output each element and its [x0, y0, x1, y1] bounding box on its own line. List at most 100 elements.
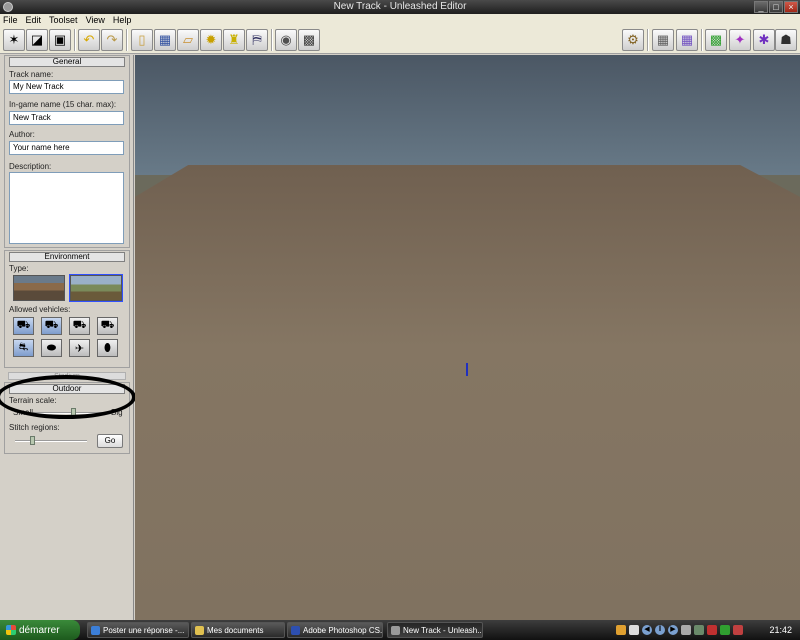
previous-icon[interactable]: ◀: [642, 625, 652, 635]
browser-icon: [91, 625, 100, 635]
menu-help[interactable]: Help: [113, 14, 132, 26]
page-icon[interactable]: ▯: [131, 29, 153, 51]
menu-view[interactable]: View: [86, 14, 105, 26]
tray-app-icon[interactable]: [616, 625, 626, 635]
object-palette-icon[interactable]: ⚙: [622, 29, 644, 51]
start-button[interactable]: démarrer: [0, 620, 80, 640]
3d-viewport[interactable]: [135, 55, 800, 620]
jet-icon[interactable]: ✈: [69, 339, 90, 357]
terrain-scale-label: Terrain scale:: [9, 396, 57, 405]
camera-path-icon[interactable]: ◉: [275, 29, 297, 51]
bug-icon[interactable]: ☗: [775, 29, 797, 51]
task-label: Mes documents: [207, 625, 264, 635]
description-textarea[interactable]: [9, 172, 124, 244]
play-pause-icon[interactable]: ‖: [655, 625, 665, 635]
messenger-icon[interactable]: [720, 625, 730, 635]
alert-icon[interactable]: [707, 625, 717, 635]
hovercraft-icon[interactable]: ⬬: [41, 339, 62, 357]
checkpoint-icon[interactable]: ♜: [223, 29, 245, 51]
minimize-button[interactable]: _: [754, 1, 768, 13]
taskbar: démarrer Poster une réponse -... Mes doc…: [0, 620, 800, 640]
new-track-icon[interactable]: ✶: [3, 29, 25, 51]
start-label: démarrer: [19, 624, 60, 636]
grid-select-icon[interactable]: ▩: [705, 29, 727, 51]
toolbar: ✶ ◪ ▣ ↶ ↷ ▯ ▦ ▱ ✹ ♜ ⛿ ◉ ▩ ⚙ ▦ ▦ ▩ ✦ ✱ ☗: [0, 26, 800, 54]
stitch-regions-slider[interactable]: [15, 440, 87, 442]
outdoor-header: Outdoor: [9, 384, 125, 394]
maximize-button[interactable]: □: [769, 1, 783, 13]
clock: 21:42: [769, 625, 792, 635]
window-controls: _ □ ×: [754, 1, 798, 13]
task-label: Adobe Photoshop CS...: [303, 625, 383, 635]
folder-icon: [195, 625, 204, 635]
helicopter-icon[interactable]: ⬮: [97, 339, 118, 357]
properties-panel: General Track name: My New Track In-game…: [0, 55, 136, 620]
type-label: Type:: [9, 264, 29, 273]
task-label: New Track - Unleash...: [403, 625, 483, 635]
open-icon[interactable]: ◪: [26, 29, 48, 51]
track-name-input[interactable]: My New Track: [9, 80, 124, 94]
menu-bar: File Edit Toolset View Help: [0, 14, 800, 26]
terrain-flat-icon[interactable]: ▱: [177, 29, 199, 51]
toolbar-separator: [701, 29, 703, 51]
truck-icon[interactable]: ⛟: [41, 317, 62, 335]
app-icon[interactable]: [3, 2, 13, 12]
menu-file[interactable]: File: [3, 14, 18, 26]
grid-view-icon[interactable]: ▦: [652, 29, 674, 51]
environment-group: Environment Type: Allowed vehicles: ⛟ ⛟ …: [4, 250, 130, 368]
menu-toolset[interactable]: Toolset: [49, 14, 78, 26]
general-group: General Track name: My New Track In-game…: [4, 55, 130, 248]
description-label: Description:: [9, 162, 52, 171]
allowed-vehicles-label: Allowed vehicles:: [9, 305, 71, 314]
general-header: General: [9, 57, 125, 67]
antivirus-icon[interactable]: [733, 625, 743, 635]
redo-icon[interactable]: ↷: [101, 29, 123, 51]
sprite-icon[interactable]: ✱: [753, 29, 775, 51]
atv-icon[interactable]: ⛐: [13, 339, 34, 357]
terrain-grid-icon[interactable]: ▦: [154, 29, 176, 51]
go-button[interactable]: Go: [97, 434, 123, 448]
menu-edit[interactable]: Edit: [26, 14, 42, 26]
author-input[interactable]: Your name here: [9, 141, 124, 155]
grid-purple-icon[interactable]: ▦: [676, 29, 698, 51]
window-title: New Track - Unleashed Editor: [333, 1, 467, 12]
save-icon[interactable]: ▣: [49, 29, 71, 51]
toolbar-separator: [74, 29, 76, 51]
window-titlebar[interactable]: New Track - Unleashed Editor _ □ ×: [0, 0, 800, 14]
next-icon[interactable]: ▶: [668, 625, 678, 635]
big-label: Big: [111, 408, 123, 417]
close-button[interactable]: ×: [784, 1, 798, 13]
ingame-name-input[interactable]: New Track: [9, 111, 124, 125]
ingame-name-label: In-game name (15 char. max):: [9, 100, 117, 109]
task-label: Poster une réponse -...: [103, 625, 185, 635]
stitch-regions-thumb[interactable]: [30, 436, 35, 445]
buggy-icon[interactable]: ⛟: [13, 317, 34, 335]
monster-truck-big-icon[interactable]: ⛟: [97, 317, 118, 335]
undo-icon[interactable]: ↶: [78, 29, 100, 51]
stitch-regions-label: Stitch regions:: [9, 423, 60, 432]
outdoor-group: Outdoor Terrain scale: Small Big Stitch …: [4, 382, 130, 454]
stadium-type-thumbnail[interactable]: [13, 275, 65, 301]
toolbar-separator: [126, 29, 128, 51]
gear-objects-icon[interactable]: ✹: [200, 29, 222, 51]
volume-icon[interactable]: [681, 625, 691, 635]
taskbar-button-documents[interactable]: Mes documents: [191, 622, 285, 638]
terrain-ground: [135, 165, 800, 620]
paint-icon[interactable]: ✦: [729, 29, 751, 51]
checkered-flag-icon[interactable]: ▩: [298, 29, 320, 51]
taskbar-button-photoshop[interactable]: Adobe Photoshop CS...: [287, 622, 383, 638]
windows-flag-icon: [6, 625, 16, 635]
sky: [135, 55, 800, 175]
environment-header: Environment: [9, 252, 125, 262]
outdoor-type-thumbnail[interactable]: [69, 274, 123, 302]
stop-icon[interactable]: [629, 625, 639, 635]
taskbar-button-unleashed[interactable]: New Track - Unleash...: [387, 622, 483, 638]
network-icon[interactable]: [694, 625, 704, 635]
terrain-scale-thumb[interactable]: [70, 408, 76, 417]
small-label: Small: [13, 408, 34, 417]
start-line-icon[interactable]: ⛿: [246, 29, 268, 51]
stadium-tab[interactable]: Stadium: [8, 372, 126, 380]
editor-icon: [391, 625, 400, 635]
monster-truck-icon[interactable]: ⛟: [69, 317, 90, 335]
taskbar-button-browser[interactable]: Poster une réponse -...: [87, 622, 189, 638]
